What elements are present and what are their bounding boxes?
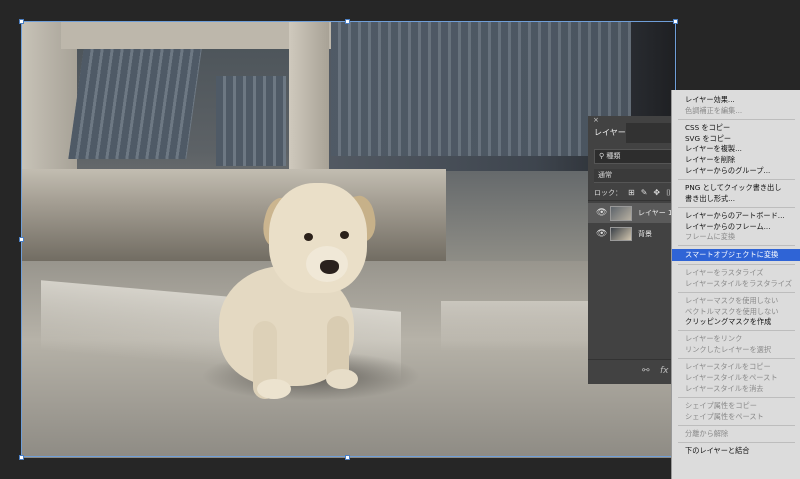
menu-item: ベクトルマスクを使用しない [685,306,779,316]
menu-item: レイヤーをリンク [685,334,743,344]
menu-item: レイヤースタイルをコピー [685,362,771,372]
layer-row-background[interactable]: 👁 背景 [588,224,672,244]
transform-handle-top-right[interactable] [673,19,678,24]
lock-image-pixels-icon[interactable]: ✎ [641,186,648,200]
eye-icon[interactable]: 👁 [596,208,607,218]
concrete-step [21,169,446,264]
document-canvas-image[interactable] [21,21,677,458]
menu-item[interactable]: レイヤーからのグループ... [672,166,800,176]
transform-handle-top-center[interactable] [345,19,350,24]
menu-item: レイヤースタイルをペースト [685,373,778,382]
search-icon: ⚲ [599,152,605,160]
menu-item[interactable]: スマートオブジェクトに変換 [672,249,800,262]
menu-separator [678,358,795,360]
layer-thumbnail [610,227,632,241]
lock-transparent-pixels-icon[interactable]: ⊞ [628,186,635,200]
layer-name: レイヤー 1 [638,209,673,217]
menu-item: レイヤーマスクを使用しない [685,295,779,305]
tab-layers[interactable]: レイヤー [588,123,626,143]
lock-label: ロック： [594,189,622,197]
menu-item[interactable]: PNG としてクイック書き出し [672,183,800,193]
sunlight-patch [441,301,611,351]
menu-item: シェイプ属性をペースト [685,411,764,421]
transform-handle-top-left[interactable] [19,19,24,24]
menu-item: レイヤーをラスタライズ [685,267,764,277]
layer-name: 背景 [638,230,652,238]
menu-item[interactable]: CSS をコピー [672,123,800,133]
menu-separator [678,118,795,120]
menu-separator [678,206,795,208]
lock-row: ロック： ⊞ ✎ ✥ ⌷ [594,186,672,200]
layers-panel-footer: ⚯ fx [588,359,672,385]
menu-item[interactable]: クリッピングマスクを作成 [672,317,800,327]
background-shutter [331,21,631,156]
panel-tab-bar: レイヤー [588,123,672,143]
menu-item: フレームに変換 [685,232,736,242]
menu-separator [678,424,795,426]
transform-handle-bottom-center[interactable] [345,455,350,460]
menu-separator [678,178,795,180]
pillar [289,21,329,171]
layer-row-layer-1[interactable]: 👁 レイヤー 1 [588,203,672,223]
transform-handle-bottom-left[interactable] [19,455,24,460]
shutter-panel [216,76,286,166]
menu-separator [678,442,795,443]
menu-item[interactable]: レイヤー効果... [672,95,800,105]
menu-separator [678,330,795,332]
menu-item[interactable]: 下のレイヤーと結合 [672,446,800,456]
lock-position-icon[interactable]: ✥ [653,186,660,200]
blend-mode-select[interactable]: 通常 [594,169,676,183]
menu-separator [678,245,795,247]
menu-separator [678,291,795,293]
transform-handle-middle-left[interactable] [19,237,24,242]
fx-icon[interactable]: fx [660,366,669,376]
menu-item[interactable]: 書き出し形式... [672,194,800,204]
shutter-panel [68,49,202,159]
eye-icon[interactable]: 👁 [596,229,607,239]
menu-item: レイヤースタイルをラスタライズ [685,278,792,288]
menu-item: レイヤースタイルを消去 [685,383,764,393]
menu-item: 色調補正を編集... [685,105,743,115]
layers-panel: × レイヤー ⚲ 種類 通常 ロック： ⊞ ✎ ✥ ⌷ 👁 レイヤー 1 👁 背景 ⚯ … [588,116,676,385]
menu-separator [678,263,795,265]
menu-separator [678,396,795,398]
menu-item[interactable]: レイヤーからのフレーム... [672,222,800,232]
layer-context-menu: レイヤー効果... 色調補正を編集... CSS をコピー SVG をコピー レイヤーを… [671,90,800,479]
layer-filter-select[interactable]: ⚲ 種類 [594,149,672,164]
menu-item[interactable]: SVG をコピー [672,134,800,144]
menu-item[interactable]: レイヤーからのアートボード... [672,211,800,221]
menu-item: リンクしたレイヤーを選択 [685,345,772,355]
menu-item: シェイプ属性をコピー [685,400,757,410]
divider [588,200,672,201]
layer-thumbnail [610,206,632,221]
menu-item[interactable]: レイヤーを削除 [672,155,800,165]
link-layers-icon[interactable]: ⚯ [642,366,650,376]
menu-item: 分離から解除 [685,428,729,438]
filter-kind-label: 種類 [606,152,621,160]
menu-item[interactable]: レイヤーを複製... [672,144,800,154]
